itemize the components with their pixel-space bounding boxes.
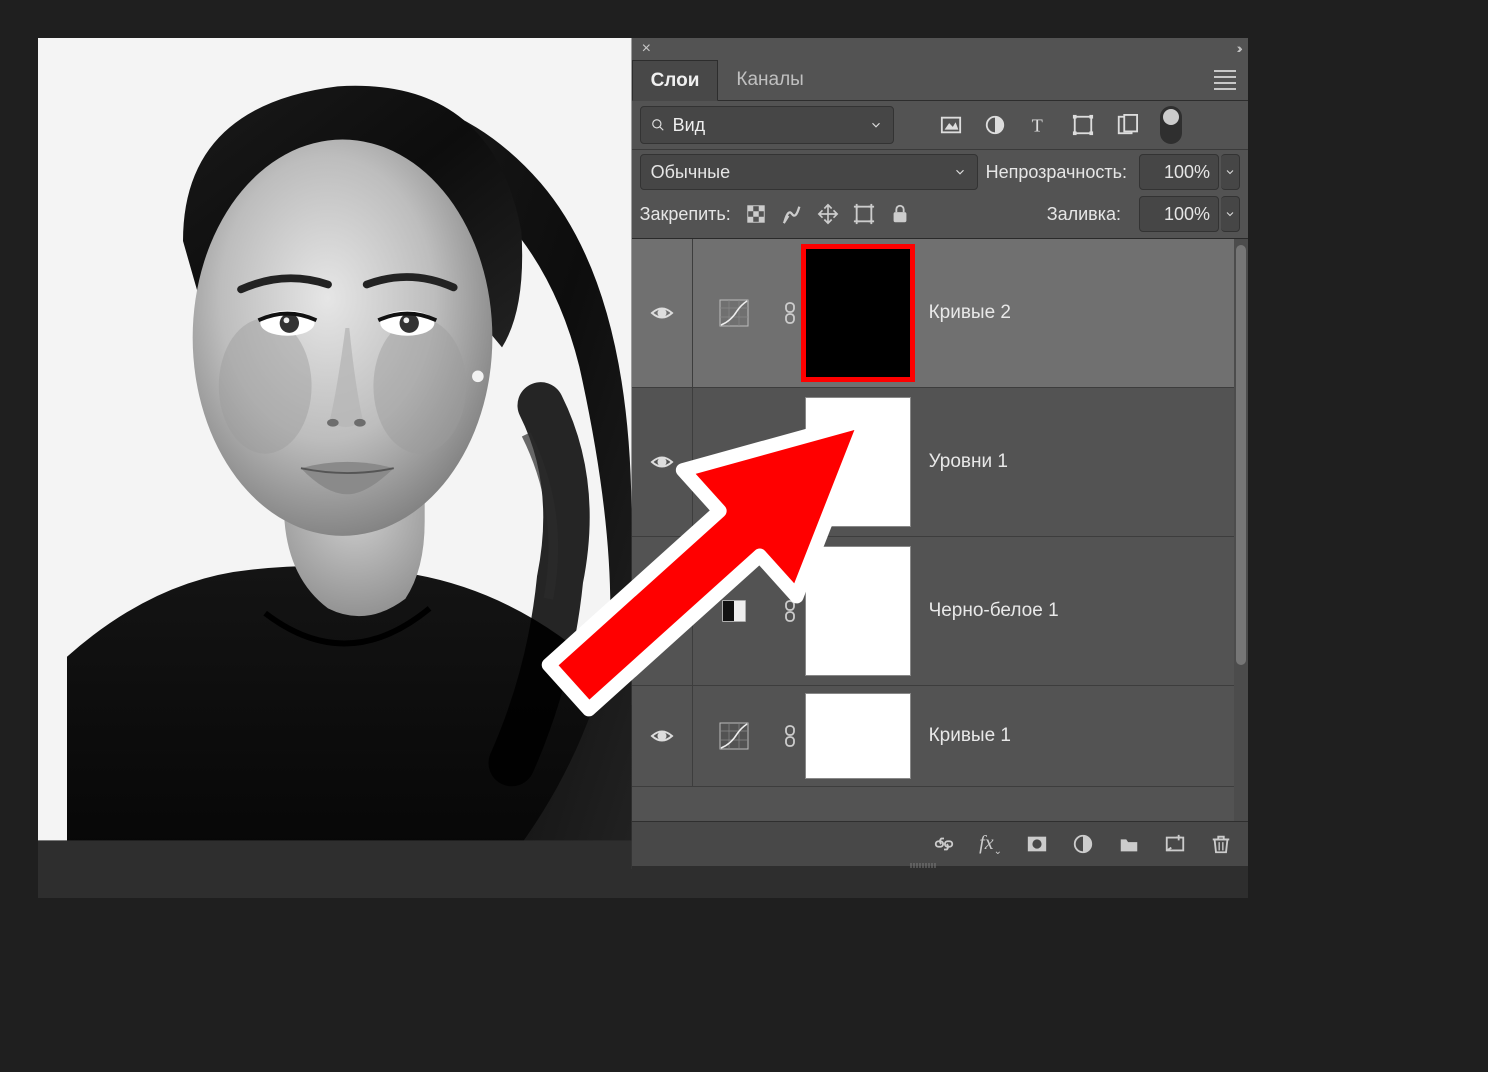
mask-link-icon[interactable] <box>782 725 798 747</box>
tab-channels[interactable]: Каналы <box>718 60 821 100</box>
mask-link-icon[interactable] <box>782 451 798 473</box>
delete-icon[interactable] <box>1210 833 1232 855</box>
kind-filter-label: Вид <box>673 115 861 136</box>
panel-tabs: Слои Каналы <box>632 60 1248 101</box>
workspace: × ›› Слои Каналы Вид T <box>38 38 1248 898</box>
chevron-down-icon <box>869 118 883 132</box>
new-layer-icon[interactable] <box>1164 833 1186 855</box>
fx-icon[interactable]: fx⌄ <box>979 832 1002 857</box>
layer-row-bw-1[interactable]: Черно-белое 1 <box>632 537 1248 686</box>
add-mask-icon[interactable] <box>1026 833 1048 855</box>
link-layers-icon[interactable] <box>933 833 955 855</box>
opacity-label: Непрозрачность: <box>986 162 1127 183</box>
layer-mask-thumbnail[interactable] <box>805 546 911 676</box>
layer-name-label: Черно-белое 1 <box>929 600 1059 622</box>
visibility-toggle-icon[interactable] <box>650 301 674 325</box>
search-icon <box>651 118 665 132</box>
layers-list: Кривые 2 Уровни 1 <box>632 239 1248 821</box>
opacity-input[interactable]: 100% <box>1139 154 1219 190</box>
filter-smart-icon[interactable] <box>1116 114 1138 136</box>
filter-row: Вид T <box>632 101 1248 150</box>
lock-row: Закрепить: Заливка: 100% <box>632 194 1248 239</box>
layer-mask-thumbnail[interactable] <box>805 248 911 378</box>
visibility-toggle-icon[interactable] <box>650 724 674 748</box>
lock-label: Закрепить: <box>640 204 731 225</box>
fill-input[interactable]: 100% <box>1139 196 1219 232</box>
layer-mask-thumbnail[interactable] <box>805 693 911 779</box>
visibility-toggle-icon[interactable] <box>650 450 674 474</box>
curves-adjustment-icon[interactable] <box>719 722 749 750</box>
filter-toggle-switch[interactable] <box>1160 106 1182 144</box>
blend-mode-value: Обычные <box>651 162 731 183</box>
fill-label: Заливка: <box>1047 204 1121 225</box>
lock-position-icon[interactable] <box>817 203 839 225</box>
layers-scrollbar[interactable] <box>1234 239 1248 821</box>
fill-chevron[interactable] <box>1221 196 1240 232</box>
scrollbar-thumb[interactable] <box>1236 245 1246 665</box>
svg-text:T: T <box>1031 115 1042 135</box>
kind-filter-dropdown[interactable]: Вид <box>640 106 894 144</box>
layer-name-label: Кривые 2 <box>929 302 1011 324</box>
lock-artboard-icon[interactable] <box>853 203 875 225</box>
panel-menu-icon[interactable] <box>1214 70 1236 86</box>
filter-adjustment-icon[interactable] <box>984 114 1006 136</box>
layer-name-label: Кривые 1 <box>929 725 1011 747</box>
panel-header: × ›› <box>632 38 1248 60</box>
close-panel-icon[interactable]: × <box>640 38 653 60</box>
mask-link-icon[interactable] <box>782 600 798 622</box>
tab-layers[interactable]: Слои <box>632 60 719 101</box>
chevron-down-icon <box>953 165 967 179</box>
curves-adjustment-icon[interactable] <box>719 299 749 327</box>
group-icon[interactable] <box>1118 833 1140 855</box>
lock-all-icon[interactable] <box>889 203 911 225</box>
layer-row-curves-1[interactable]: Кривые 1 <box>632 686 1248 787</box>
filter-type-icon[interactable]: T <box>1028 114 1050 136</box>
panel-resize-grip[interactable]: ııııııııı <box>910 860 970 866</box>
blend-row: Обычные Непрозрачность: 100% <box>632 150 1248 194</box>
mask-link-icon[interactable] <box>782 302 798 324</box>
lock-transparency-icon[interactable] <box>745 203 767 225</box>
filter-shape-icon[interactable] <box>1072 114 1094 136</box>
levels-adjustment-icon[interactable] <box>719 448 749 476</box>
layer-row-curves-2[interactable]: Кривые 2 <box>632 239 1248 388</box>
adjustment-layer-icon[interactable] <box>1072 833 1094 855</box>
blend-mode-dropdown[interactable]: Обычные <box>640 154 978 190</box>
filter-type-icons: T <box>940 114 1138 136</box>
layer-row-levels-1[interactable]: Уровни 1 <box>632 388 1248 537</box>
canvas-area[interactable] <box>38 38 632 898</box>
bw-adjustment-icon[interactable] <box>719 597 749 625</box>
layer-name-label: Уровни 1 <box>929 451 1008 473</box>
lock-image-icon[interactable] <box>781 203 803 225</box>
layers-panel: × ›› Слои Каналы Вид T <box>632 38 1248 866</box>
visibility-toggle-icon[interactable] <box>650 599 674 623</box>
document-image <box>38 38 632 869</box>
layer-mask-thumbnail[interactable] <box>805 397 911 527</box>
filter-pixel-icon[interactable] <box>940 114 962 136</box>
opacity-chevron[interactable] <box>1221 154 1240 190</box>
